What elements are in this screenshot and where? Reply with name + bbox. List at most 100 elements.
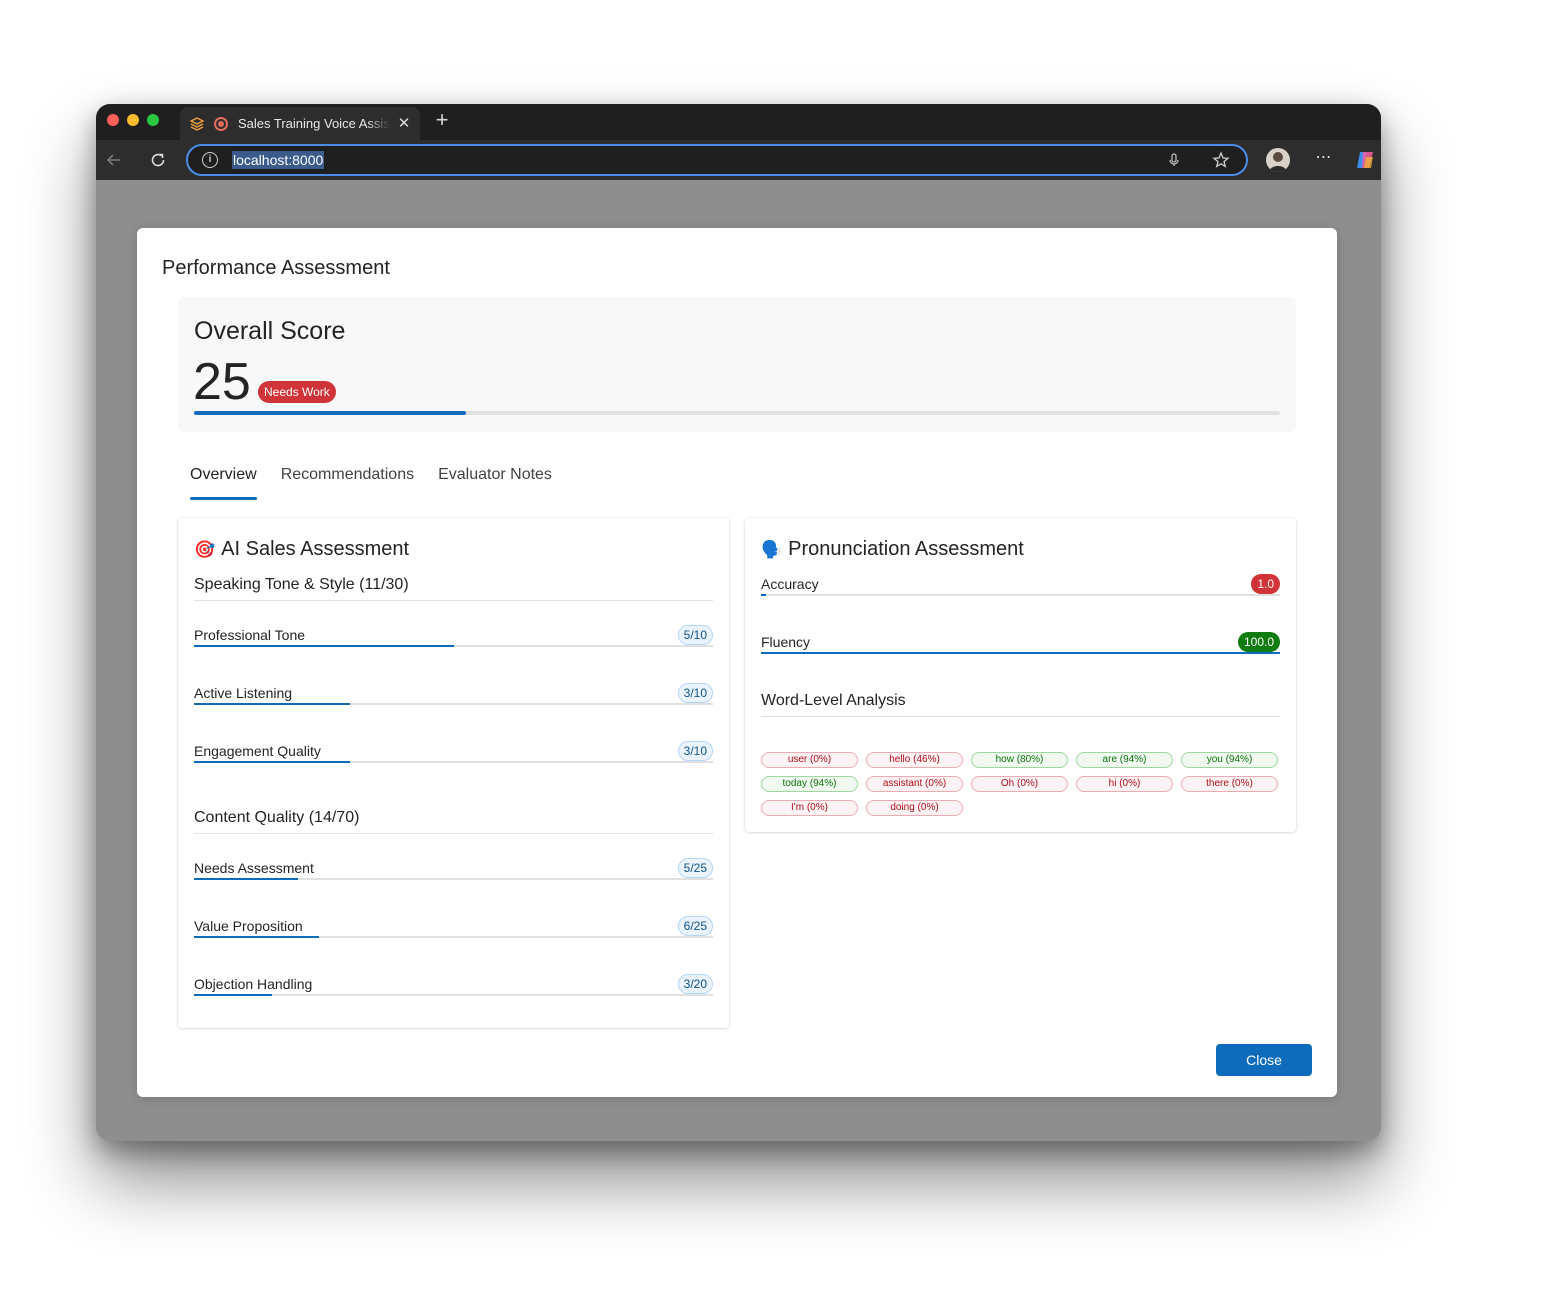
target-icon: 🎯 [194, 539, 216, 559]
metric-label: Active Listening [194, 685, 293, 701]
browser-tab[interactable]: Sales Training Voice Assistant ✕ [180, 107, 420, 140]
url-text[interactable]: localhost:8000 [232, 151, 325, 169]
metric-progress-fill [194, 994, 272, 996]
favorite-star-icon[interactable] [1212, 151, 1230, 169]
tab-overview[interactable]: Overview [190, 466, 257, 500]
metric-progress [194, 645, 713, 647]
metric-progress-fill [761, 652, 1280, 654]
browser-toolbar: i localhost:8000 ⋯ [96, 140, 1381, 180]
word-chip: I'm (0%) [761, 800, 858, 816]
metric-progress [194, 703, 713, 705]
speaking-head-icon: 🗣️ [761, 539, 783, 559]
metric-progress [194, 761, 713, 763]
word-chip: how (80%) [971, 752, 1068, 768]
overall-score-value: 25 [193, 353, 251, 411]
overall-score-heading: Overall Score [194, 317, 346, 345]
minimize-window-button[interactable] [127, 114, 139, 126]
metric-label: Engagement Quality [194, 743, 321, 759]
metric-label: Needs Assessment [194, 860, 314, 876]
word-chip: doing (0%) [866, 800, 963, 816]
microphone-icon[interactable] [1166, 152, 1182, 168]
metric-progress [761, 652, 1280, 654]
metric-score-badge: 3/10 [677, 683, 713, 703]
pronunciation-metric-accuracy: Accuracy 1.0 [761, 574, 1280, 616]
copilot-icon[interactable] [1354, 149, 1376, 171]
overall-score-card: Overall Score 25 Needs Work [178, 297, 1296, 432]
more-options-icon[interactable]: ⋯ [1312, 148, 1336, 172]
metric-progress [761, 594, 1280, 596]
metric-progress [194, 994, 713, 996]
metric-progress [194, 936, 713, 938]
ai-sales-title-text: AI Sales Assessment [221, 538, 410, 560]
metric-score-badge: 6/25 [677, 916, 713, 936]
word-chip: user (0%) [761, 752, 858, 768]
metric-score-badge: 5/10 [677, 625, 713, 645]
dialog-title: Performance Assessment [162, 257, 390, 279]
word-chip: there (0%) [1181, 776, 1278, 792]
pronunciation-metric-fluency: Fluency 100.0 [761, 632, 1280, 674]
new-tab-plus-icon[interactable]: + [430, 109, 454, 133]
metric-row: Professional Tone 5/10 [194, 625, 713, 667]
word-level-heading: Word-Level Analysis [761, 692, 1280, 717]
back-arrow-icon[interactable] [102, 148, 126, 172]
metric-value-badge: 100.0 [1237, 632, 1280, 652]
address-bar[interactable]: i localhost:8000 [186, 144, 1248, 176]
score-status-badge: Needs Work [258, 381, 336, 403]
close-window-button[interactable] [107, 114, 119, 126]
pronunciation-assessment-card: 🗣️ Pronunciation Assessment Accuracy 1.0 F… [745, 518, 1296, 832]
workspaces-icon[interactable] [190, 116, 204, 131]
maximize-window-button[interactable] [147, 114, 159, 126]
metric-score-badge: 5/25 [677, 858, 713, 878]
section-heading: Speaking Tone & Style (11/30) [194, 576, 713, 601]
reload-icon[interactable] [146, 148, 170, 172]
close-button[interactable]: Close [1216, 1044, 1312, 1076]
metric-label: Fluency [761, 634, 811, 650]
recording-favicon-icon [214, 116, 228, 131]
tab-recommendations[interactable]: Recommendations [281, 466, 414, 500]
tab-title: Sales Training Voice Assistant [238, 116, 390, 131]
word-chip: are (94%) [1076, 752, 1173, 768]
metric-row: Needs Assessment 5/25 [194, 858, 713, 900]
word-chip: you (94%) [1181, 752, 1278, 768]
metric-progress-fill [194, 703, 350, 705]
metric-row: Active Listening 3/10 [194, 683, 713, 725]
ai-sales-title: 🎯 AI Sales Assessment [194, 538, 409, 561]
ai-sales-assessment-card: 🎯 AI Sales Assessment Speaking Tone & St… [178, 518, 729, 1028]
metric-label: Professional Tone [194, 627, 306, 643]
metric-row: Value Proposition 6/25 [194, 916, 713, 958]
word-chip: today (94%) [761, 776, 858, 792]
profile-avatar[interactable] [1266, 148, 1290, 172]
overall-score-progress-fill [194, 411, 466, 415]
assessment-tabs: Overview Recommendations Evaluator Notes [190, 466, 576, 500]
section-heading: Content Quality (14/70) [194, 809, 713, 834]
overall-score-progress [194, 411, 1280, 415]
metric-label: Value Proposition [194, 918, 303, 934]
word-chip: hi (0%) [1076, 776, 1173, 792]
tab-evaluator-notes[interactable]: Evaluator Notes [438, 466, 552, 500]
metric-label: Objection Handling [194, 976, 313, 992]
metric-progress-fill [194, 878, 298, 880]
metric-row: Objection Handling 3/20 [194, 974, 713, 1016]
tab-strip: Sales Training Voice Assistant ✕ + [96, 104, 1381, 140]
word-chip: Oh (0%) [971, 776, 1068, 792]
page-viewport: Performance Assessment Overall Score 25 … [96, 180, 1381, 1141]
assessment-dialog: Performance Assessment Overall Score 25 … [137, 228, 1337, 1097]
metric-progress-fill [761, 594, 767, 596]
metric-progress [194, 878, 713, 880]
site-info-icon[interactable]: i [202, 152, 218, 168]
metric-progress-fill [194, 645, 454, 647]
metric-score-badge: 3/20 [677, 974, 713, 994]
metric-progress-fill [194, 761, 350, 763]
metric-progress-fill [194, 936, 319, 938]
pronunciation-title: 🗣️ Pronunciation Assessment [761, 538, 1024, 561]
metric-label: Accuracy [761, 576, 819, 592]
metric-row: Engagement Quality 3/10 [194, 741, 713, 783]
word-level-grid: user (0%) hello (46%) how (80%) are (94%) yo… [761, 752, 1280, 816]
metric-value-badge: 1.0 [1251, 574, 1280, 594]
browser-window: Sales Training Voice Assistant ✕ + i loc… [96, 104, 1381, 1141]
tab-close-icon[interactable]: ✕ [396, 115, 412, 132]
word-chip: assistant (0%) [866, 776, 963, 792]
pronunciation-title-text: Pronunciation Assessment [788, 538, 1024, 560]
metric-score-badge: 3/10 [677, 741, 713, 761]
word-chip: hello (46%) [866, 752, 963, 768]
